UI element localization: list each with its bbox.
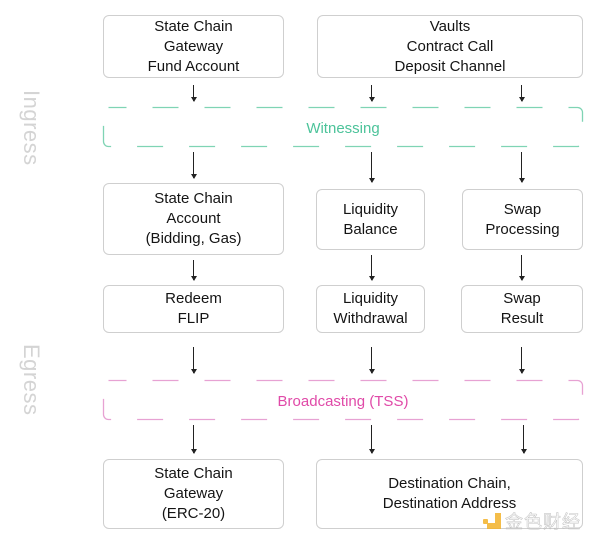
arrow-down-icon xyxy=(190,85,197,102)
node-line: Redeem xyxy=(165,290,222,307)
arrow-down-icon xyxy=(190,425,197,454)
node-line: Gateway xyxy=(163,37,224,55)
ingress-label: Ingress xyxy=(19,90,44,166)
node-line: Result xyxy=(500,310,544,327)
node-line: State Chain xyxy=(154,465,233,482)
node-line: Balance xyxy=(343,220,398,238)
node-swap-result: Swap Result xyxy=(461,285,583,333)
node-line: FLIP xyxy=(177,310,210,327)
arrow-down-icon xyxy=(368,152,375,183)
watermark: 金色财经 xyxy=(483,508,581,534)
arrow-down-icon xyxy=(518,347,525,374)
arrow-down-icon xyxy=(518,85,525,102)
node-line: Deposit Channel xyxy=(394,57,506,75)
node-line: Processing xyxy=(485,220,560,238)
node-line: Liquidity xyxy=(342,200,399,218)
arrow-down-icon xyxy=(520,425,527,454)
node-line: Liquidity xyxy=(342,290,399,307)
watermark-text: 金色财经 xyxy=(505,512,581,534)
node-line: Vaults xyxy=(429,17,471,35)
node-line: Destination Chain, xyxy=(388,475,511,492)
node-redeem-flip: Redeem FLIP xyxy=(103,285,284,333)
node-line: Swap xyxy=(503,200,542,218)
node-line: Fund Account xyxy=(147,57,240,75)
node-line: (ERC-20) xyxy=(161,505,226,522)
node-state-chain-account: State Chain Account (Bidding, Gas) xyxy=(103,183,284,255)
node-line: Swap xyxy=(503,290,541,307)
egress-label: Egress xyxy=(19,344,44,416)
arrow-down-icon xyxy=(190,260,197,281)
arrow-down-icon xyxy=(368,255,375,281)
arrow-down-icon xyxy=(190,347,197,374)
arrow-down-icon xyxy=(368,425,375,454)
node-vaults: Vaults Contract Call Deposit Channel xyxy=(317,15,583,78)
arrow-down-icon xyxy=(518,255,525,281)
arrow-down-icon xyxy=(368,347,375,374)
node-liquidity-withdrawal: Liquidity Withdrawal xyxy=(316,285,425,333)
jinse-logo-icon xyxy=(483,513,501,529)
node-line: State Chain xyxy=(154,17,233,35)
node-line: (Bidding, Gas) xyxy=(145,230,242,247)
arrow-down-icon xyxy=(518,152,525,183)
node-line: Account xyxy=(166,210,221,227)
broadcasting-label: Broadcasting (TSS) xyxy=(277,393,409,410)
witnessing-label: Witnessing xyxy=(306,120,380,137)
node-line: State Chain xyxy=(154,190,233,207)
node-line: Gateway xyxy=(163,485,224,502)
node-state-chain-gateway-fund-account: State Chain Gateway Fund Account xyxy=(103,15,284,78)
node-liquidity-balance: Liquidity Balance xyxy=(316,189,425,250)
arrow-down-icon xyxy=(190,152,197,179)
node-swap-processing: Swap Processing xyxy=(462,189,583,250)
node-state-chain-gateway-erc20: State Chain Gateway (ERC-20) xyxy=(103,459,284,529)
node-line: Withdrawal xyxy=(333,310,408,327)
node-line: Contract Call xyxy=(406,37,494,55)
arrow-down-icon xyxy=(368,85,375,102)
